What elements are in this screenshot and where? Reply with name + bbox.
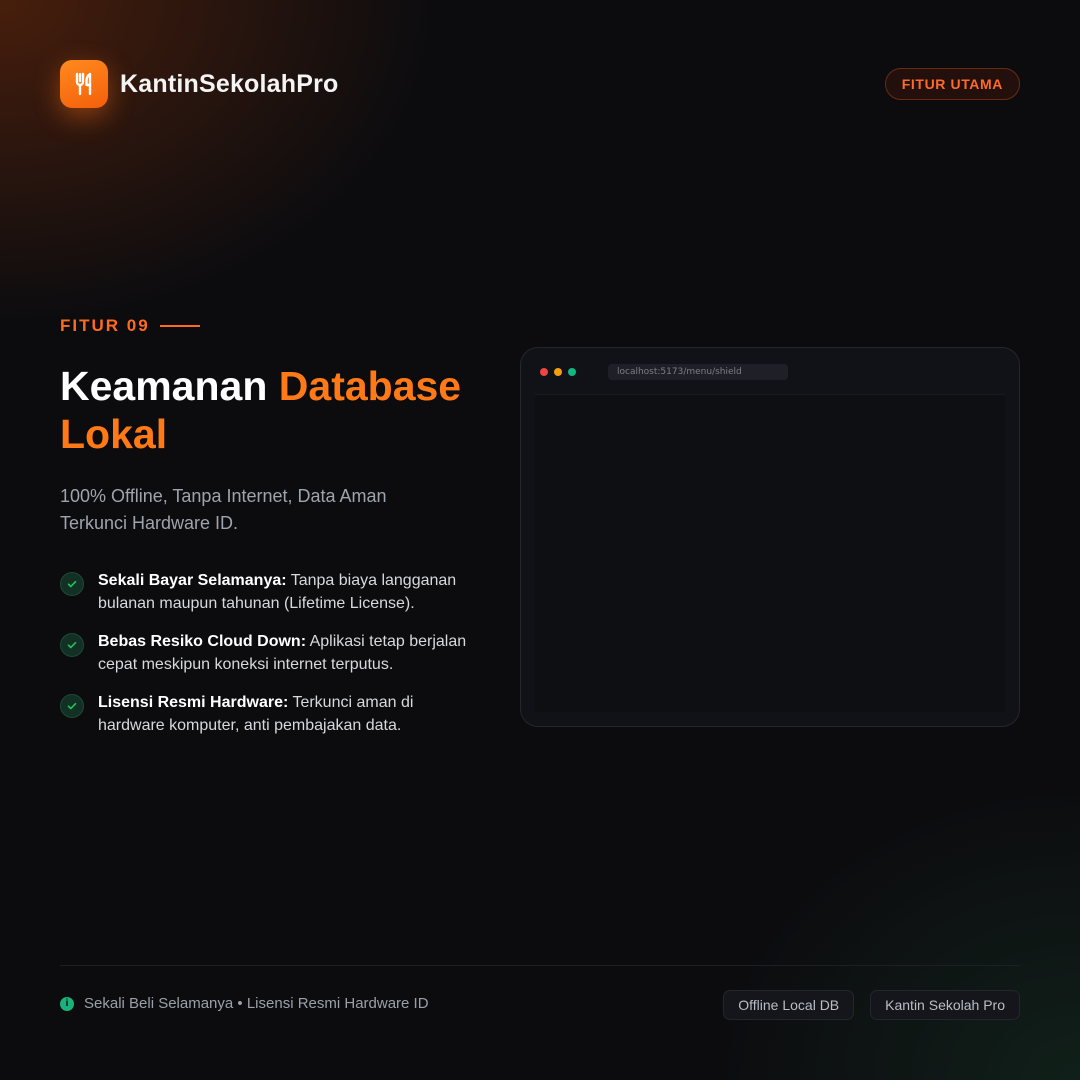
browser-viewport: [535, 394, 1005, 712]
list-item-strong: Lisensi Resmi Hardware:: [98, 694, 289, 711]
list-item: Sekali Bayar Selamanya: Tanpa biaya lang…: [60, 569, 480, 615]
window-close-dot[interactable]: [540, 368, 548, 376]
footer-note-text: Sekali Beli Selamanya • Lisensi Resmi Ha…: [84, 995, 429, 1012]
list-item-text: Bebas Resiko Cloud Down: Aplikasi tetap …: [98, 630, 480, 676]
feature-tag-line: [159, 325, 200, 327]
list-item: Bebas Resiko Cloud Down: Aplikasi tetap …: [60, 630, 480, 676]
check-icon: [60, 633, 84, 657]
list-item: Lisensi Resmi Hardware: Terkunci aman di…: [60, 691, 480, 737]
browser-toolbar: localhost:5173/menu/shield: [521, 348, 1019, 396]
feature-tag-label: FITUR 09: [60, 316, 150, 335]
address-bar[interactable]: localhost:5173/menu/shield: [608, 364, 788, 380]
feature-list: Sekali Bayar Selamanya: Tanpa biaya lang…: [60, 569, 480, 752]
page-title: Keamanan Database Lokal: [60, 362, 490, 458]
chip-kantin-sekolah-pro: Kantin Sekolah Pro: [870, 990, 1020, 1020]
footer-divider: [60, 965, 1020, 966]
info-icon: i: [60, 996, 74, 1011]
check-icon: [60, 572, 84, 596]
brand: KantinSekolahPro: [60, 60, 339, 108]
list-item-text: Sekali Bayar Selamanya: Tanpa biaya lang…: [98, 569, 480, 615]
fork-knife-icon: [60, 60, 108, 108]
browser-mockup: localhost:5173/menu/shield: [520, 347, 1020, 727]
window-maximize-dot[interactable]: [568, 368, 576, 376]
footer-note: i Sekali Beli Selamanya • Lisensi Resmi …: [60, 995, 429, 1012]
list-item-strong: Sekali Bayar Selamanya:: [98, 572, 287, 589]
list-item-strong: Bebas Resiko Cloud Down:: [98, 633, 307, 650]
footer-chips: Offline Local DB Kantin Sekolah Pro: [723, 990, 1020, 1020]
list-item-text: Lisensi Resmi Hardware: Terkunci aman di…: [98, 691, 480, 737]
chip-offline-local-db: Offline Local DB: [723, 990, 855, 1020]
check-icon: [60, 694, 84, 718]
header-badge: FITUR UTAMA: [884, 68, 1020, 100]
page-subtitle: 100% Offline, Tanpa Internet, Data Aman …: [60, 486, 387, 533]
title-main: Keamanan: [60, 363, 268, 409]
window-minimize-dot[interactable]: [554, 368, 562, 376]
brand-name: KantinSekolahPro: [120, 69, 339, 98]
feature-tag: FITUR 09: [60, 316, 200, 336]
